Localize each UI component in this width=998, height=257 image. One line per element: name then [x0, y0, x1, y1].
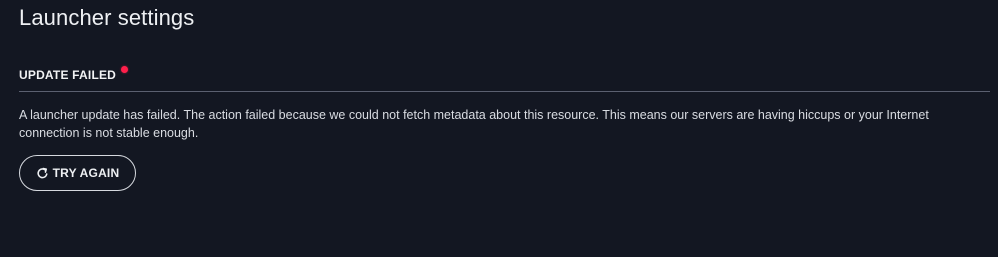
launcher-settings-page: Launcher settings UPDATE FAILED A launch… — [0, 0, 998, 257]
update-section-header: UPDATE FAILED — [19, 66, 129, 83]
page-title: Launcher settings — [19, 5, 195, 30]
try-again-label: TRY AGAIN — [52, 166, 120, 180]
try-again-button[interactable]: TRY AGAIN — [19, 155, 136, 191]
section-divider — [19, 91, 990, 92]
update-failed-message: A launcher update has failed. The action… — [19, 108, 929, 140]
refresh-icon — [36, 167, 49, 180]
error-status-dot — [121, 66, 129, 73]
update-failed-title: UPDATE FAILED — [19, 68, 117, 82]
